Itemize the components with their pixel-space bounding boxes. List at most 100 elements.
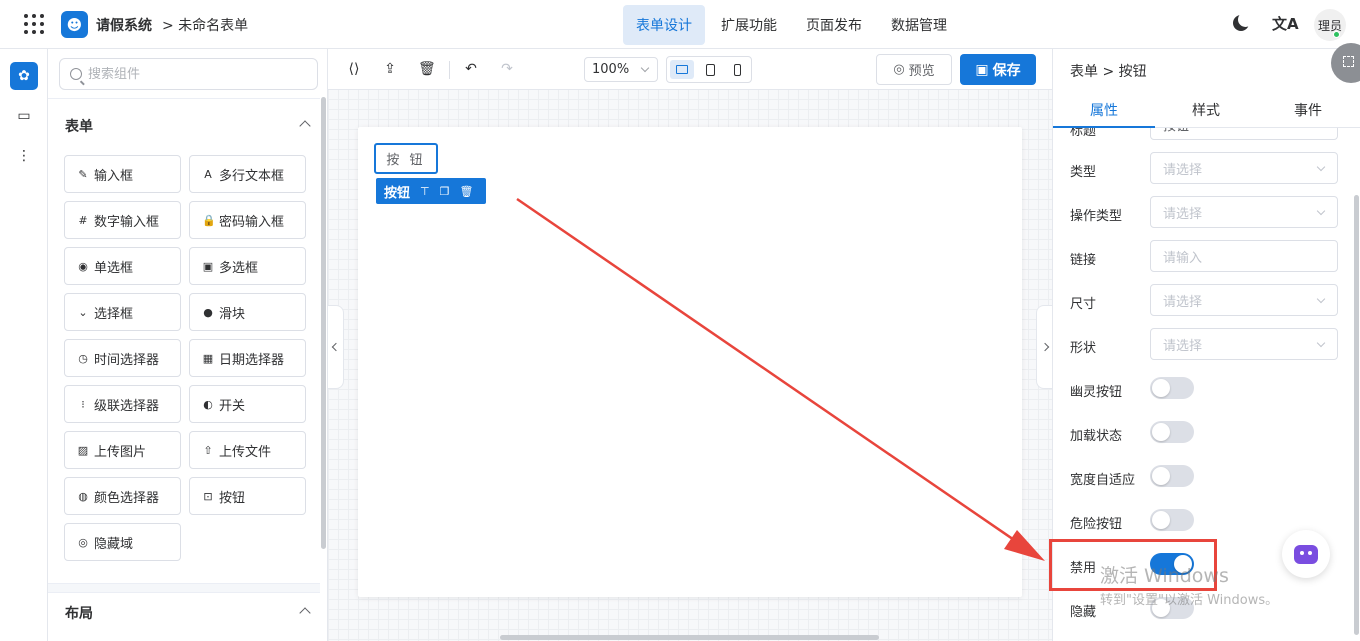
component-button[interactable]: ⊡ 按钮	[189, 477, 306, 515]
form-sheet[interactable]: 按 钮 按钮 ⊤ ❐ 🗑	[358, 127, 1022, 597]
fullscreen-icon[interactable]	[1331, 43, 1360, 83]
main-nav: 表单设计 扩展功能 页面发布 数据管理	[623, 5, 963, 45]
nav-tab-form-design[interactable]: 表单设计	[623, 5, 705, 45]
chevron-down-icon	[1316, 162, 1326, 172]
field-label: 链接	[1070, 253, 1097, 268]
component-panel: 表单 ✎输入框 A多行文本框 #数字输入框 🔒密码输入框 ◉单选框 ▣多选框 ⌄…	[48, 49, 328, 641]
preview-button[interactable]: ◎ 预览	[876, 54, 952, 85]
field-label: 操作类型	[1070, 209, 1123, 224]
chevron-up-icon[interactable]	[299, 607, 311, 619]
field-label: 幽灵按钮	[1070, 385, 1123, 400]
collapse-left-handle[interactable]	[328, 305, 344, 389]
component-upload-image[interactable]: ▨ 上传图片	[64, 431, 181, 469]
assistant-bot-button[interactable]	[1282, 530, 1330, 578]
action-type-select[interactable]: 请选择	[1150, 196, 1338, 228]
component-slider[interactable]: ● 滑块	[189, 293, 306, 331]
clock-icon: ◷	[78, 351, 88, 365]
component-number-input[interactable]: # 数字输入框	[64, 201, 181, 239]
search-icon	[70, 68, 82, 80]
field-label: 加载状态	[1070, 429, 1123, 444]
robot-icon	[1294, 544, 1318, 564]
component-textarea[interactable]: A 多行文本框	[189, 155, 306, 193]
size-select[interactable]: 请选择	[1150, 284, 1338, 316]
search-input[interactable]	[88, 66, 288, 82]
field-label: 危险按钮	[1070, 517, 1123, 532]
zoom-select[interactable]: 100%	[584, 57, 658, 82]
field-label: 隐藏	[1070, 605, 1097, 620]
apps-grid-icon[interactable]	[24, 14, 44, 34]
export-icon[interactable]: ⇪	[382, 61, 398, 77]
selection-toolbar: 按钮 ⊤ ❐ 🗑	[376, 178, 486, 204]
delete-icon[interactable]: 🗑	[459, 185, 473, 198]
canvas-scrollbar[interactable]	[500, 635, 879, 640]
phone-icon[interactable]	[725, 60, 749, 79]
component-time-picker[interactable]: ◷ 时间选择器	[64, 339, 181, 377]
radio-icon: ◉	[78, 259, 88, 273]
cascader-icon: ⁝	[81, 397, 85, 411]
chevron-left-icon	[331, 342, 340, 352]
danger-switch[interactable]	[1150, 509, 1194, 531]
type-select[interactable]: 请选择	[1150, 152, 1338, 184]
desktop-icon[interactable]	[670, 60, 694, 79]
component-password-input[interactable]: 🔒 密码输入框	[189, 201, 306, 239]
properties-scrollbar[interactable]	[1354, 195, 1359, 635]
nav-tab-data[interactable]: 数据管理	[878, 5, 960, 45]
field-label: 尺寸	[1070, 297, 1097, 312]
nav-tab-extensions[interactable]: 扩展功能	[708, 5, 790, 45]
collapse-right-handle[interactable]	[1036, 305, 1052, 389]
link-input[interactable]: 请输入	[1150, 240, 1338, 272]
loading-switch[interactable]	[1150, 421, 1194, 443]
breadcrumb[interactable]: > 未命名表单	[162, 15, 248, 35]
trash-icon[interactable]: 🗑	[418, 61, 436, 77]
component-radio[interactable]: ◉ 单选框	[64, 247, 181, 285]
canvas-toolbar: ⟨⟩ ⇪ 🗑 ↶ ↷ 100% ◎ 预览 ▣ 保存	[328, 49, 1052, 90]
component-select[interactable]: ⌄ 选择框	[64, 293, 181, 331]
tab-attributes[interactable]: 属性	[1053, 100, 1155, 120]
component-search[interactable]	[59, 58, 318, 90]
online-status-dot	[1333, 31, 1340, 38]
section-title-layout[interactable]: 布局	[65, 603, 93, 623]
component-input[interactable]: ✎ 输入框	[64, 155, 181, 193]
code-icon[interactable]: ⟨⟩	[346, 61, 362, 77]
user-avatar[interactable]: 理员	[1314, 9, 1346, 41]
translate-icon[interactable]: 文A	[1272, 13, 1299, 34]
title-input[interactable]: 按钮	[1150, 128, 1338, 140]
component-switch[interactable]: ◐ 开关	[189, 385, 306, 423]
component-hidden-field[interactable]: ◎ 隐藏域	[64, 523, 181, 561]
text-icon: A	[204, 167, 212, 181]
move-top-icon[interactable]: ⊤	[420, 185, 430, 198]
component-color-picker[interactable]: ◍ 颜色选择器	[64, 477, 181, 515]
dark-mode-icon[interactable]	[1233, 12, 1253, 31]
component-date-picker[interactable]: ▦ 日期选择器	[189, 339, 306, 377]
block-switch[interactable]	[1150, 465, 1194, 487]
form-icon[interactable]: ▭	[10, 102, 38, 130]
properties-breadcrumb: 表单 > 按钮	[1070, 64, 1147, 80]
pencil-icon: ✎	[78, 167, 88, 181]
number-icon: #	[78, 213, 88, 227]
component-upload-file[interactable]: ⇧ 上传文件	[189, 431, 306, 469]
shape-select[interactable]: 请选择	[1150, 328, 1338, 360]
calendar-icon: ▦	[202, 351, 214, 365]
tablet-icon[interactable]	[698, 60, 722, 79]
divider	[48, 98, 320, 99]
checkbox-icon: ▣	[202, 259, 214, 273]
component-cascader[interactable]: ⁝ 级联选择器	[64, 385, 181, 423]
save-button[interactable]: ▣ 保存	[960, 54, 1036, 85]
select-icon: ⌄	[78, 305, 88, 319]
undo-icon[interactable]: ↶	[463, 61, 479, 77]
canvas-button-widget[interactable]: 按 钮	[374, 143, 438, 174]
flow-icon[interactable]: ⋮	[10, 142, 38, 170]
panel-scrollbar[interactable]	[321, 97, 326, 549]
component-checkbox[interactable]: ▣ 多选框	[189, 247, 306, 285]
copy-icon[interactable]: ❐	[440, 185, 450, 198]
ghost-switch[interactable]	[1150, 377, 1194, 399]
redo-icon[interactable]: ↷	[499, 61, 515, 77]
properties-tabs: 属性 样式 事件	[1053, 90, 1360, 128]
chevron-up-icon[interactable]	[299, 120, 311, 132]
puzzle-icon[interactable]: ✿	[10, 62, 38, 90]
tab-style[interactable]: 样式	[1155, 100, 1257, 120]
nav-tab-publish[interactable]: 页面发布	[793, 5, 875, 45]
section-title-form[interactable]: 表单	[65, 116, 93, 136]
design-canvas: ⟨⟩ ⇪ 🗑 ↶ ↷ 100% ◎ 预览 ▣ 保存 按 钮 按钮 ⊤ ❐ 🗑	[328, 49, 1052, 641]
tab-events[interactable]: 事件	[1257, 100, 1359, 120]
